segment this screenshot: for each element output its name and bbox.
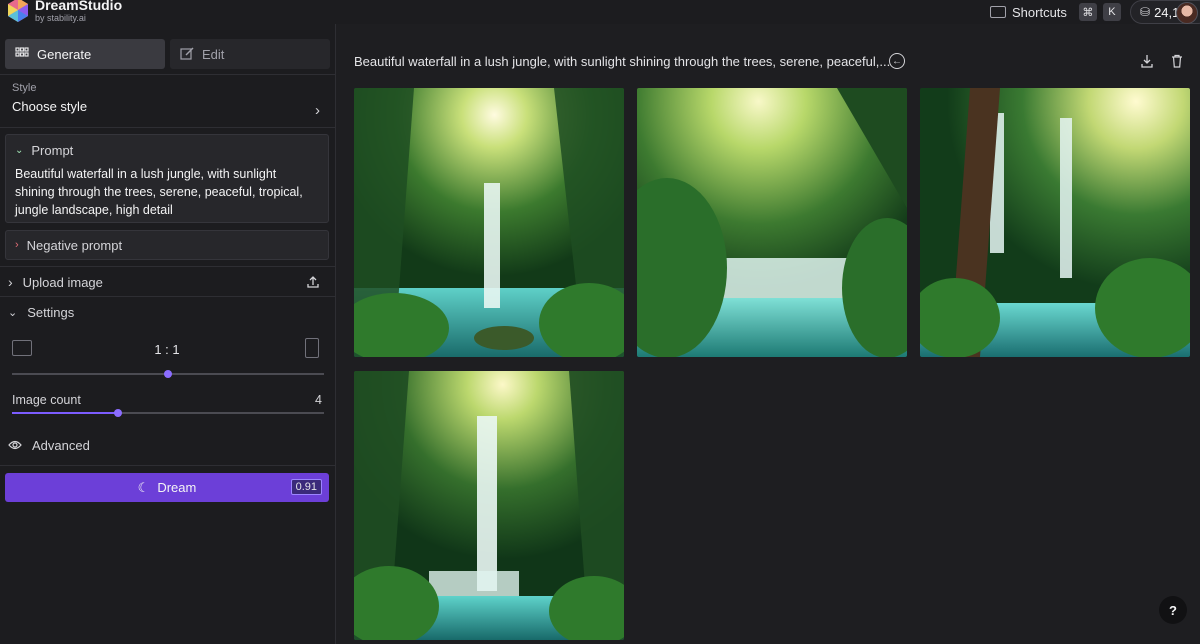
top-bar: DreamStudio by stability.ai Shortcuts ⌘ … — [0, 0, 1200, 24]
tab-edit-label: Edit — [202, 46, 225, 62]
shortcuts-button[interactable]: Shortcuts ⌘ K — [990, 2, 1121, 22]
aspect-ratio-value: 1 : 1 — [154, 342, 180, 357]
prompt-header[interactable]: ⌄ Prompt — [6, 135, 328, 165]
style-label: Style — [12, 82, 37, 94]
trash-icon[interactable] — [1170, 54, 1184, 68]
app-window: DreamStudio by stability.ai Shortcuts ⌘ … — [0, 0, 1200, 644]
key-cmd: ⌘ — [1078, 3, 1097, 21]
divider — [0, 296, 336, 297]
settings-header[interactable]: ⌄ Settings — [8, 304, 328, 320]
dream-button[interactable]: ☾ Dream 0.91 — [5, 473, 329, 502]
reuse-prompt-icon[interactable]: ← — [889, 53, 905, 69]
prompt-preview: Beautiful waterfall in a lush jungle, wi… — [354, 54, 891, 69]
tab-generate[interactable]: Generate — [5, 39, 165, 69]
divider — [0, 74, 336, 75]
negative-prompt-label: Negative prompt — [26, 237, 123, 253]
generated-image-1[interactable] — [354, 88, 624, 357]
divider — [0, 465, 336, 466]
chevron-right-icon: › — [8, 274, 13, 290]
brand: DreamStudio by stability.ai — [35, 0, 122, 23]
aspect-ratio-control: 1 : 1 — [12, 338, 322, 362]
moon-icon: ☾ — [137, 479, 150, 495]
chevron-down-icon: ⌄ — [8, 306, 18, 319]
settings-label: Settings — [27, 304, 75, 320]
chevron-right-icon: › — [15, 239, 19, 251]
advanced-label: Advanced — [32, 437, 90, 453]
keyboard-icon — [990, 6, 1006, 18]
prompt-input[interactable]: Beautiful waterfall in a lush jungle, wi… — [6, 165, 328, 219]
style-value: Choose style — [12, 99, 88, 114]
style-selector[interactable]: Style Choose style › — [12, 82, 324, 119]
brand-name: DreamStudio — [35, 0, 123, 13]
chevron-right-icon: › — [315, 102, 320, 119]
negative-prompt-header: › Negative prompt — [6, 231, 328, 259]
divider — [0, 266, 336, 267]
dream-label: Dream — [157, 480, 197, 495]
brand-subtitle: by stability.ai — [35, 13, 86, 23]
tab-edit[interactable]: Edit — [170, 39, 330, 69]
tab-generate-label: Generate — [37, 46, 92, 62]
image-count-slider-fill — [12, 412, 119, 414]
aspect-ratio-slider[interactable] — [12, 370, 324, 378]
portrait-ratio-icon[interactable] — [305, 338, 319, 358]
divider — [0, 127, 336, 128]
generated-image-3[interactable] — [920, 88, 1190, 357]
sidebar: Generate Edit Style Choose style › ⌄ Pro… — [0, 24, 336, 644]
dream-cost-badge: 0.91 — [290, 479, 322, 495]
mode-tabs: Generate Edit — [5, 39, 331, 69]
coins-icon: ⛁ — [1140, 5, 1151, 19]
eye-icon — [8, 440, 22, 450]
avatar[interactable] — [1176, 2, 1198, 24]
generated-image-4[interactable] — [354, 371, 624, 640]
image-count-row: Image count 4 — [12, 393, 322, 407]
generated-image-2[interactable] — [637, 88, 907, 357]
prompt-panel: ⌄ Prompt Beautiful waterfall in a lush j… — [5, 134, 329, 223]
aspect-ratio-slider-thumb[interactable] — [164, 370, 172, 378]
upload-image-label: Upload image — [22, 274, 103, 290]
upload-image-row[interactable]: › Upload image — [8, 274, 328, 290]
dreamstudio-logo-icon — [8, 0, 28, 22]
image-count-value: 4 — [315, 393, 322, 407]
advanced-toggle[interactable]: Advanced — [8, 437, 328, 453]
image-count-slider[interactable] — [12, 409, 324, 417]
grid-icon — [15, 47, 29, 57]
prompt-label: Prompt — [31, 142, 74, 158]
download-icon[interactable] — [1140, 54, 1154, 68]
key-k: K — [1102, 3, 1121, 21]
chevron-down-icon: ⌄ — [15, 144, 24, 156]
shortcuts-label: Shortcuts — [1012, 4, 1067, 20]
image-count-slider-thumb[interactable] — [114, 409, 123, 417]
main-panel: Beautiful waterfall in a lush jungle, wi… — [337, 24, 1200, 644]
help-button[interactable]: ? — [1159, 596, 1187, 624]
upload-icon — [307, 276, 319, 288]
image-count-label: Image count — [12, 393, 81, 407]
edit-icon — [180, 47, 194, 60]
negative-prompt-panel[interactable]: › Negative prompt — [5, 230, 329, 260]
